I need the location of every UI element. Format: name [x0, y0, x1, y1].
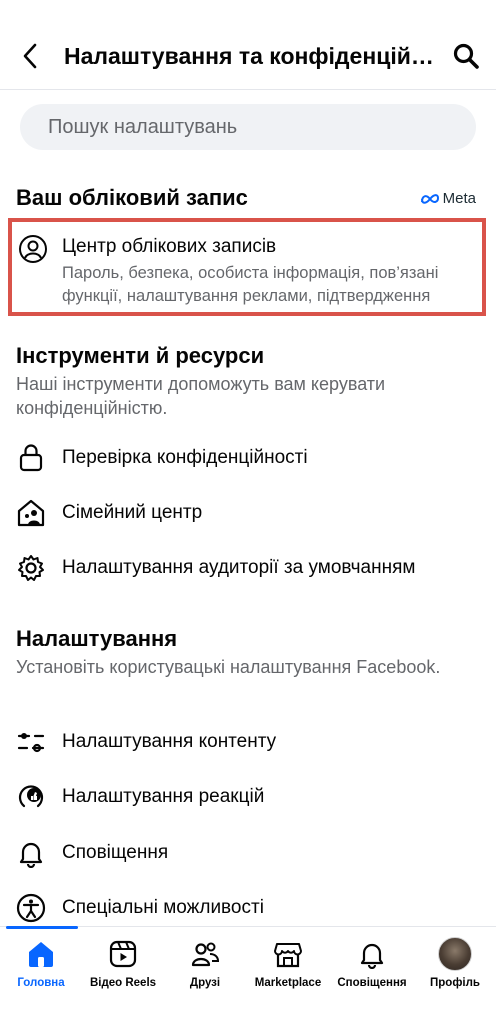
- nav-marketplace[interactable]: Marketplace: [246, 927, 330, 1007]
- nav-friends[interactable]: Друзі: [164, 927, 246, 1007]
- settings-section-subtitle: Установіть користувацькі налаштування Fa…: [16, 657, 441, 677]
- page-title: Налаштування та конфіденційність: [64, 43, 436, 69]
- top-bar: Налаштування та конфіденційність: [0, 0, 496, 90]
- nav-profile[interactable]: Профіль: [414, 927, 496, 1007]
- video-reels-icon: [106, 937, 140, 971]
- bell-icon: [355, 937, 389, 971]
- account-section-title: Ваш обліковий запис: [16, 185, 248, 210]
- tools-section-subtitle: Наші інструменти допоможуть вам керувати…: [16, 374, 386, 418]
- meta-logo-icon: [420, 193, 439, 204]
- search-icon: [453, 43, 479, 69]
- reaction-settings-label: Налаштування реакцій: [62, 786, 265, 807]
- notifications-item[interactable]: Сповіщення: [0, 828, 496, 878]
- default-audience-item[interactable]: Налаштування аудиторії за умовчанням: [0, 543, 496, 593]
- nav-home-label: Головна: [17, 977, 65, 989]
- nav-video-reels-label: Відео Reels: [89, 977, 157, 989]
- settings-section-title: Налаштування: [16, 626, 178, 651]
- person-circle-icon: [18, 234, 48, 264]
- privacy-checkup-item[interactable]: Перевірка конфіденційності: [0, 433, 496, 483]
- nav-friends-label: Друзі: [189, 977, 221, 989]
- accounts-center-description: Пароль, безпека, особиста інформація, по…: [62, 264, 439, 305]
- bell-icon: [16, 838, 46, 868]
- tools-section-title: Інструменти й ресурси: [16, 343, 265, 368]
- family-center-label: Сімейний центр: [62, 502, 203, 523]
- reaction-settings-item[interactable]: Налаштування реакцій: [0, 772, 496, 822]
- back-button[interactable]: [14, 38, 46, 74]
- notifications-label: Сповіщення: [62, 842, 169, 863]
- nav-notifications[interactable]: Сповіщення: [330, 927, 414, 1007]
- nav-video-reels[interactable]: Відео Reels: [82, 927, 164, 1007]
- accessibility-label: Спеціальні можливості: [62, 897, 264, 918]
- profile-avatar-icon: [438, 937, 472, 971]
- settings-search-bar[interactable]: [20, 104, 476, 150]
- privacy-checkup-label: Перевірка конфіденційності: [62, 447, 308, 468]
- content-settings-label: Налаштування контенту: [62, 731, 277, 752]
- reactions-icon: [16, 782, 46, 812]
- bottom-navigation: Головна Відео Reels Друзі Marketplace Сп…: [0, 926, 496, 1024]
- accounts-center-item[interactable]: Центр облікових записів Пароль, безпека,…: [8, 218, 486, 316]
- home-icon: [24, 937, 58, 971]
- search-button[interactable]: [450, 40, 482, 72]
- family-home-icon: [16, 498, 46, 528]
- marketplace-icon: [271, 937, 305, 971]
- lock-icon: [16, 443, 46, 473]
- meta-label: Meta: [442, 190, 476, 207]
- gear-icon: [16, 553, 46, 583]
- nav-marketplace-label: Marketplace: [254, 977, 322, 989]
- content-settings-item[interactable]: Налаштування контенту: [0, 717, 496, 767]
- avatar: [438, 937, 472, 971]
- nav-profile-label: Профіль: [430, 977, 480, 989]
- sliders-icon: [16, 727, 46, 757]
- accounts-center-title: Центр облікових записів: [62, 236, 277, 257]
- nav-notifications-label: Сповіщення: [337, 977, 407, 989]
- nav-home[interactable]: Головна: [0, 927, 82, 1007]
- friends-icon: [188, 937, 222, 971]
- settings-search-input[interactable]: [48, 115, 448, 139]
- family-center-item[interactable]: Сімейний центр: [0, 488, 496, 538]
- default-audience-label: Налаштування аудиторії за умовчанням: [62, 557, 416, 578]
- chevron-left-icon: [23, 43, 37, 69]
- meta-badge: Meta: [420, 190, 476, 207]
- accessibility-icon: [16, 893, 46, 923]
